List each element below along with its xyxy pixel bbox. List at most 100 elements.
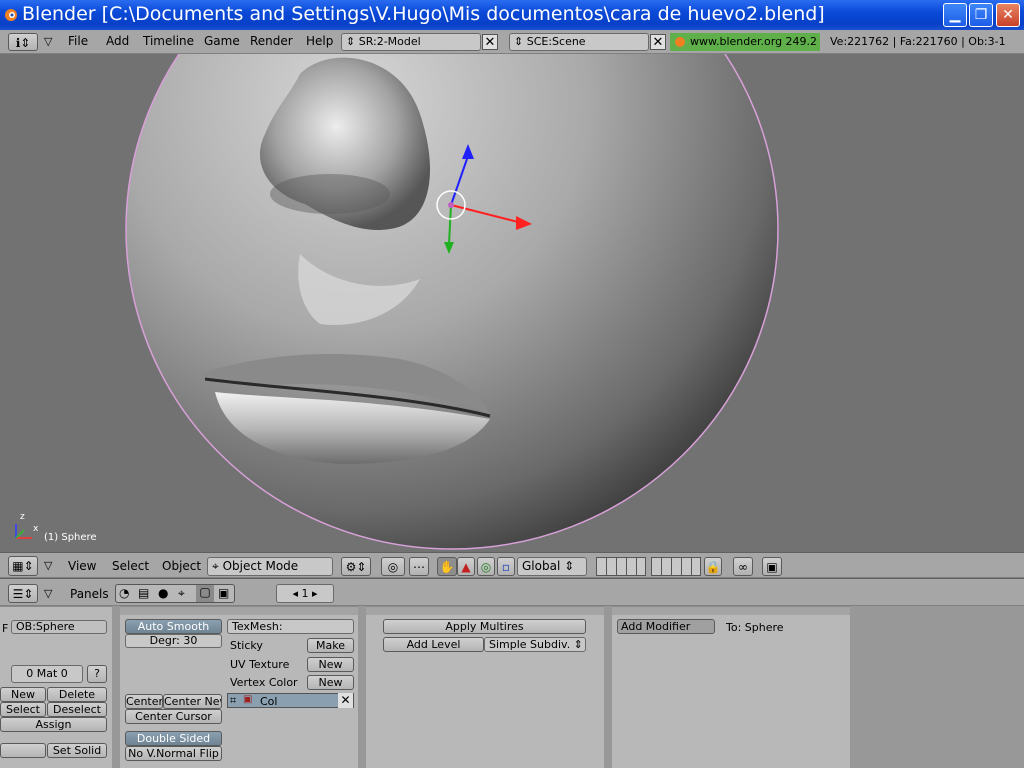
translate-manipulator-icon[interactable]: ▲	[457, 557, 475, 576]
menu-view[interactable]: View	[68, 555, 96, 577]
material-select-button[interactable]: Select	[0, 702, 46, 717]
mesh-panel-header[interactable]	[120, 607, 358, 615]
subdiv-type-selector[interactable]: Simple Subdiv. ⇕	[484, 637, 586, 652]
frame-field[interactable]: ◂ 1 ▸	[276, 584, 334, 603]
add-level-button[interactable]: Add Level	[383, 637, 484, 652]
material-deselect-button[interactable]: Deselect	[47, 702, 107, 717]
mode-selector[interactable]: ⌖ Object Mode	[207, 557, 333, 576]
uv-texture-label: UV Texture	[230, 658, 290, 671]
active-object-label: (1) Sphere	[44, 532, 97, 543]
vertex-color-new-button[interactable]: New	[307, 675, 354, 690]
editor-type-3dview-icon[interactable]: ▦⇕	[8, 556, 38, 576]
material-delete-button[interactable]: Delete	[47, 687, 107, 702]
screen-selector[interactable]: ⇕ SR:2-Model	[341, 33, 481, 51]
frame-number: 1	[301, 587, 309, 600]
multires-panel-header[interactable]	[366, 607, 604, 615]
no-vnormal-flip-toggle[interactable]: No V.Normal Flip	[125, 746, 222, 761]
f-label: F	[2, 622, 9, 635]
collapse-menu-icon-2[interactable]: ▽	[44, 559, 52, 572]
add-modifier-button[interactable]: Add Modifier	[617, 619, 715, 634]
col-layer-name[interactable]: Col	[260, 695, 277, 708]
close-button[interactable]: ✕	[996, 3, 1020, 27]
menu-file[interactable]: File	[68, 30, 88, 52]
delete-screen-icon[interactable]: ✕	[482, 34, 498, 50]
editing-context-icon[interactable]: ▢	[196, 585, 214, 602]
multires-panel: Apply Multires Add Level Simple Subdiv. …	[366, 606, 604, 768]
collapse-menu-icon[interactable]: ▽	[44, 35, 52, 48]
sticky-label: Sticky	[230, 639, 263, 652]
auto-smooth-toggle[interactable]: Auto Smooth	[125, 619, 222, 634]
website-link[interactable]: www.blender.org 249.2	[670, 33, 820, 51]
menu-timeline[interactable]: Timeline	[143, 30, 194, 52]
rotate-manipulator-icon[interactable]: ◎	[477, 557, 495, 576]
set-smooth-button[interactable]	[0, 743, 46, 758]
texmesh-field[interactable]: TexMesh:	[227, 619, 354, 634]
set-solid-button[interactable]: Set Solid	[47, 743, 107, 758]
material-new-button[interactable]: New	[0, 687, 46, 702]
double-sided-toggle[interactable]: Double Sided	[125, 731, 222, 746]
info-header: ℹ⇕ ▽ File Add Timeline Game Render Help …	[0, 30, 1024, 54]
uv-texture-new-button[interactable]: New	[307, 657, 354, 672]
delete-scene-icon[interactable]: ✕	[650, 34, 666, 50]
maximize-button[interactable]: ❐	[969, 3, 993, 27]
logic-context-icon[interactable]: ◔	[119, 586, 129, 600]
scene-stats: Ve:221762 | Fa:221760 | Ob:3-1	[830, 35, 1006, 48]
axis-z-label: z	[20, 512, 25, 522]
menu-select[interactable]: Select	[112, 555, 149, 577]
menu-add[interactable]: Add	[106, 30, 129, 52]
minimize-button[interactable]: ▁	[943, 3, 967, 27]
editor-type-info-icon[interactable]: ℹ⇕	[8, 33, 38, 51]
script-context-icon[interactable]: ▤	[138, 586, 149, 600]
3dview-header: ▦⇕ ▽ View Select Object ⌖ Object Mode ⚙⇕…	[0, 552, 1024, 578]
material-index-field[interactable]: 0 Mat 0	[11, 665, 83, 683]
link-materials-panel: F OB:Sphere 0 Mat 0 ? New Delete Select …	[0, 606, 112, 768]
mode-label: Object Mode	[222, 559, 299, 573]
material-help-button[interactable]: ?	[87, 665, 107, 683]
orientation-selector[interactable]: Global ⇕	[517, 557, 587, 576]
draw-type-icon[interactable]: ⚙⇕	[341, 557, 371, 576]
link-icon[interactable]: ∞	[733, 557, 753, 576]
object-context-icon[interactable]: ⌖	[178, 586, 185, 601]
website-text: www.blender.org 249.2	[690, 35, 818, 48]
window-title: Blender [C:\Documents and Settings\V.Hug…	[22, 3, 825, 25]
shading-context-icon[interactable]: ●	[158, 586, 168, 600]
hand-manipulator-icon[interactable]: ✋	[437, 557, 457, 576]
transform-manipulator[interactable]	[420, 134, 550, 264]
center-button[interactable]: Center	[125, 694, 163, 709]
pivot-icon[interactable]: ◎	[381, 557, 405, 576]
blender-logo-icon	[5, 9, 17, 21]
delete-layer-icon[interactable]: ✕	[338, 693, 353, 708]
object-name-field[interactable]: OB:Sphere	[11, 620, 107, 634]
axis-x-label: x	[33, 524, 39, 534]
context-buttons[interactable]: ◔ ▤ ● ⌖ ▢ ▣	[115, 584, 235, 603]
center-new-button[interactable]: Center New	[163, 694, 222, 709]
menu-game[interactable]: Game	[204, 30, 240, 52]
scale-manipulator-icon[interactable]: ▫	[497, 557, 515, 576]
scene-context-icon[interactable]: ▣	[218, 586, 229, 600]
sculpted-face-mesh[interactable]	[0, 54, 1024, 552]
collapse-menu-icon-3[interactable]: ▽	[44, 587, 52, 600]
lock-icon[interactable]: 🔒	[704, 557, 722, 576]
3d-viewport[interactable]: z x (1) Sphere	[0, 54, 1024, 552]
scene-selector[interactable]: ⇕ SCE:Scene	[509, 33, 649, 51]
window-title-bar[interactable]: Blender [C:\Documents and Settings\V.Hug…	[0, 0, 1024, 30]
render-layer-icon[interactable]: ▣	[243, 694, 252, 705]
layer-grid-icon[interactable]: ⌗	[230, 694, 236, 708]
editor-type-buttons-icon[interactable]: ☰⇕	[8, 584, 38, 603]
menu-help[interactable]: Help	[306, 30, 333, 52]
degree-field[interactable]: Degr: 30	[125, 634, 222, 648]
layers-grid-left[interactable]	[596, 557, 646, 576]
modifiers-tab-header[interactable]	[612, 607, 850, 615]
orientation-label: Global	[522, 559, 561, 573]
apply-multires-button[interactable]: Apply Multires	[383, 619, 586, 634]
material-assign-button[interactable]: Assign	[0, 717, 107, 732]
layer-toggle-icon[interactable]: ⋯	[409, 557, 429, 576]
y-axis-arrow-icon	[444, 242, 454, 254]
menu-object[interactable]: Object	[162, 555, 201, 577]
render-image-icon[interactable]: ▣	[762, 557, 782, 576]
layers-grid-right[interactable]	[651, 557, 701, 576]
vertex-color-layer-row[interactable]: ⌗ ▣ Col ✕	[227, 693, 354, 708]
menu-render[interactable]: Render	[250, 30, 293, 52]
sticky-make-button[interactable]: Make	[307, 638, 354, 653]
center-cursor-button[interactable]: Center Cursor	[125, 709, 222, 724]
